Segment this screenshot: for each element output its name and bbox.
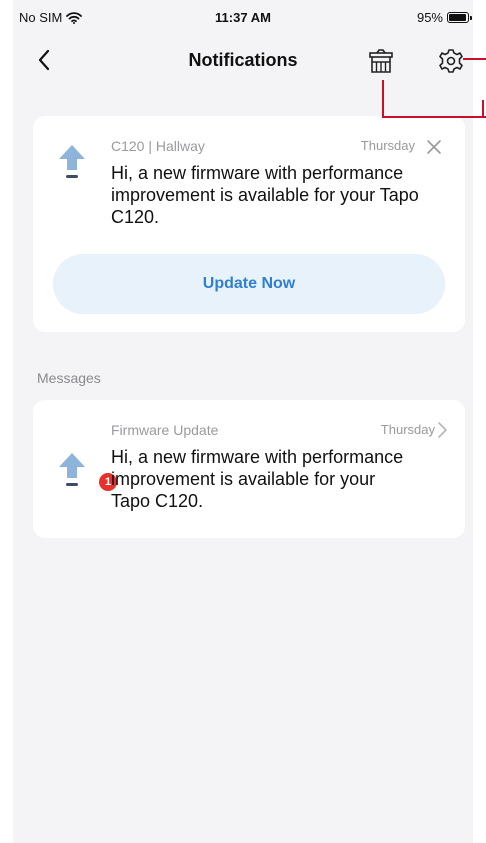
- firmware-notification-card: C120 | Hallway Thursday Hi, a new firmwa…: [33, 116, 465, 332]
- message-item[interactable]: 1 Firmware Update Thursday Hi, a new fir…: [33, 400, 465, 538]
- status-bar: No SIM 11:37 AM 95%: [13, 0, 473, 36]
- notification-message: Hi, a new firmware with performance impr…: [111, 163, 419, 227]
- message-text: Hi, a new firmware with performance impr…: [111, 447, 404, 511]
- firmware-upload-icon: [57, 450, 87, 490]
- trash-basket-icon: [369, 49, 393, 73]
- update-now-button[interactable]: Update Now: [53, 254, 445, 314]
- gear-icon: [439, 49, 463, 73]
- battery-icon: [447, 12, 472, 23]
- status-right: 95%: [416, 10, 472, 25]
- annotation-line-delete-right: [482, 100, 484, 118]
- firmware-upload-icon: [57, 142, 87, 182]
- notification-day: Thursday: [360, 138, 415, 153]
- chevron-right-icon: [435, 421, 449, 439]
- app-screen: No SIM 11:37 AM 95% Notifications C120 |…: [13, 0, 473, 843]
- close-icon: [427, 140, 441, 154]
- page-title: Notifications: [188, 50, 298, 70]
- delete-all-button[interactable]: [366, 46, 396, 76]
- message-day: Thursday: [380, 422, 435, 437]
- clock: 11:37 AM: [215, 10, 271, 25]
- annotation-line-settings: [463, 58, 486, 60]
- settings-button[interactable]: [436, 46, 466, 76]
- notification-source: C120 | Hallway: [111, 138, 205, 154]
- nav-bar: Notifications: [13, 36, 473, 84]
- annotation-line-delete-vertical: [382, 80, 384, 118]
- annotation-line-delete-horizontal: [382, 116, 486, 118]
- battery-fill: [449, 14, 466, 21]
- message-title: Firmware Update: [111, 422, 219, 438]
- battery-percent: 95%: [416, 10, 443, 25]
- messages-section-title: Messages: [37, 370, 101, 386]
- dismiss-button[interactable]: [425, 138, 443, 156]
